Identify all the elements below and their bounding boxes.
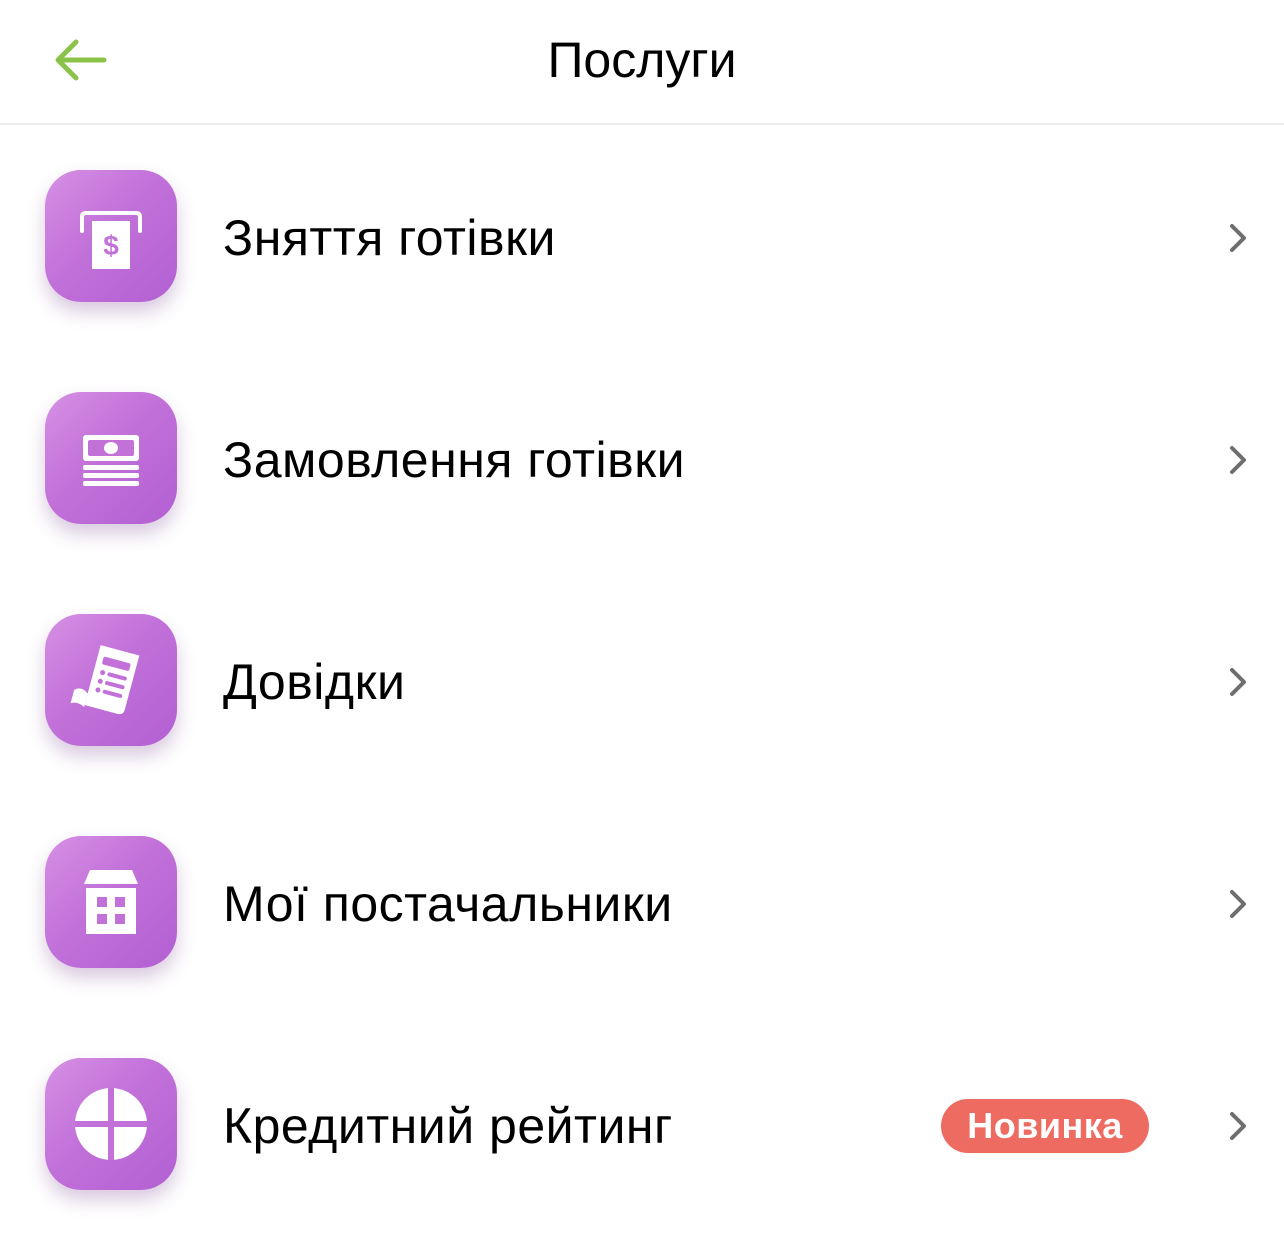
service-item-certificates[interactable]: Довідки (0, 571, 1284, 793)
page-title: Послуги (547, 32, 737, 88)
service-item-cash-withdrawal[interactable]: $ Зняття готівки (0, 127, 1284, 349)
chevron-right-icon (1230, 446, 1246, 474)
cash-stack-icon (45, 392, 177, 524)
chevron-right-icon (1230, 668, 1246, 696)
new-badge: Новинка (941, 1099, 1149, 1153)
chevron-right-icon (1230, 224, 1246, 252)
document-icon (45, 614, 177, 746)
rating-circle-icon (45, 1058, 177, 1190)
atm-cash-icon: $ (45, 170, 177, 302)
svg-text:$: $ (103, 230, 119, 261)
service-item-label: Кредитний рейтинг (223, 1098, 673, 1154)
service-item-my-suppliers[interactable]: Мої постачальники (0, 793, 1284, 1015)
service-item-credit-rating[interactable]: Кредитний рейтинг Новинка (0, 1015, 1284, 1237)
building-icon (45, 836, 177, 968)
chevron-right-icon (1230, 1112, 1246, 1140)
service-item-label: Мої постачальники (223, 876, 673, 932)
service-item-cash-order[interactable]: Замовлення готівки (0, 349, 1284, 571)
top-bar: Послуги (0, 0, 1284, 125)
service-item-label: Зняття готівки (223, 210, 556, 266)
service-item-label: Довідки (223, 654, 406, 710)
services-list: $ Зняття готівки Замовлення готівки Дові… (0, 127, 1284, 1237)
service-item-label: Замовлення готівки (223, 432, 686, 488)
chevron-right-icon (1230, 890, 1246, 918)
